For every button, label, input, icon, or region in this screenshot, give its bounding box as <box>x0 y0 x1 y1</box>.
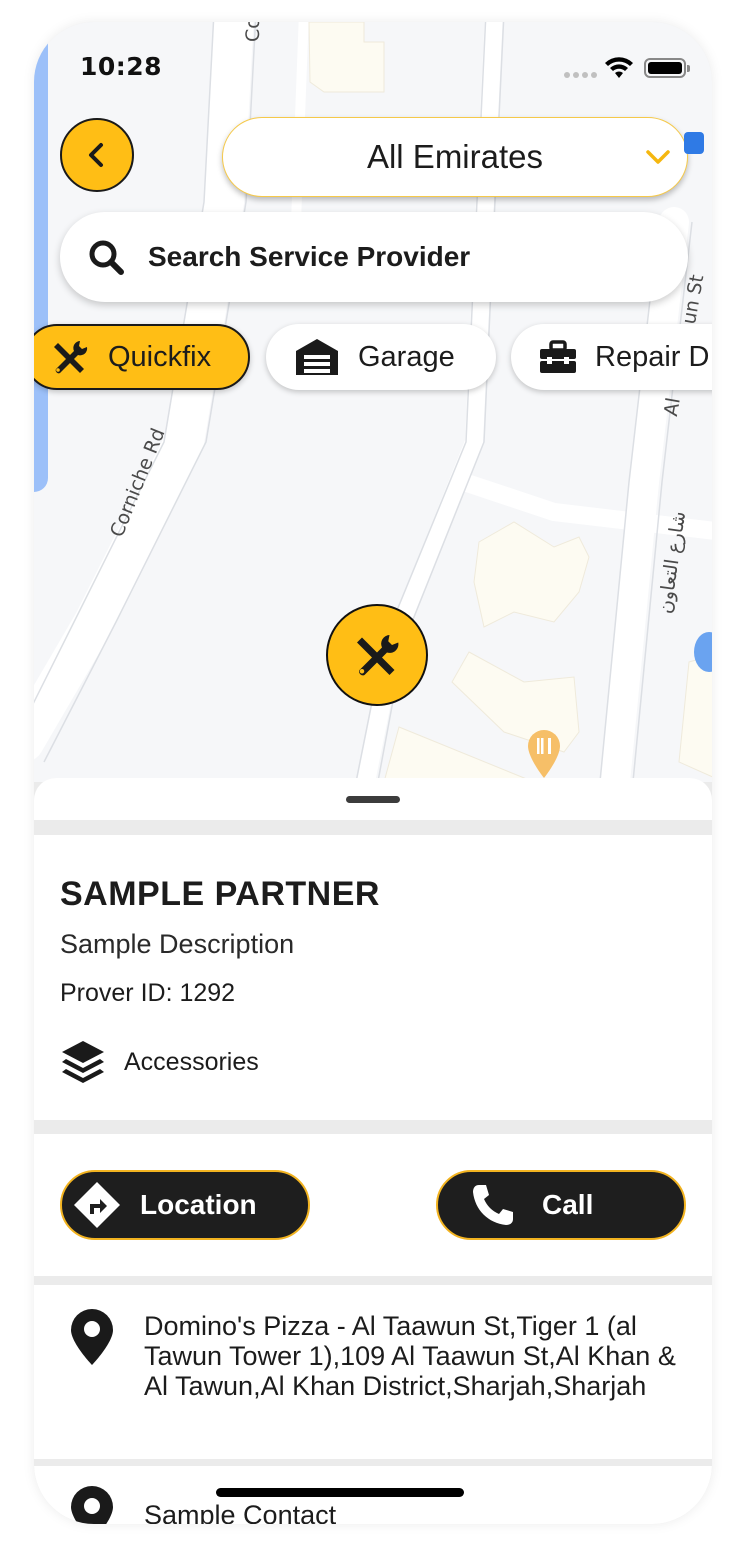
status-time: 10:28 <box>80 52 163 81</box>
map-pin-icon <box>71 1486 113 1524</box>
map-view[interactable]: Corn Corniche Rd شارع التعاون Al un St 1… <box>34 22 712 782</box>
garage-icon <box>294 337 340 377</box>
call-button[interactable]: Call <box>436 1170 686 1240</box>
street-label: Al <box>660 395 685 418</box>
emirate-selected-value: All Emirates <box>366 138 544 175</box>
back-button[interactable] <box>60 118 134 192</box>
location-label: Location <box>140 1189 257 1220</box>
layers-icon <box>62 1041 104 1083</box>
provider-id: Prover ID: 1292 <box>60 979 236 1007</box>
chevron-down-icon <box>646 150 670 164</box>
chip-label: Quickfix <box>108 340 212 373</box>
chip-repair[interactable]: Repair D <box>511 324 712 390</box>
partner-name: SAMPLE PARTNER <box>60 875 380 913</box>
home-indicator[interactable] <box>216 1488 464 1497</box>
drag-handle[interactable] <box>346 796 400 803</box>
chip-label: Repair D <box>595 340 710 373</box>
cellular-signal-icon <box>564 72 597 78</box>
wifi-icon <box>605 57 633 78</box>
phone-icon <box>470 1182 516 1228</box>
status-bar: 10:28 <box>34 22 712 112</box>
directions-icon <box>72 1180 122 1230</box>
provider-map-marker[interactable] <box>326 604 428 706</box>
chip-label: Garage <box>358 340 455 373</box>
location-button[interactable]: Location <box>60 1170 310 1240</box>
sheet-header <box>34 778 712 820</box>
phone-screen: Corn Corniche Rd شارع التعاون Al un St 1… <box>34 22 712 1524</box>
restaurant-icon[interactable] <box>526 728 562 780</box>
partner-category: Accessories <box>60 1039 259 1085</box>
toolbox-icon <box>539 340 577 374</box>
chevron-left-icon <box>89 143 103 167</box>
category-label: Accessories <box>124 1047 259 1076</box>
tools-icon <box>357 635 399 676</box>
partner-description: Sample Description <box>60 929 295 959</box>
category-chips: Quickfix Garage Repair D <box>34 324 712 392</box>
search-input[interactable]: Search Service Provider <box>60 212 688 302</box>
chip-garage[interactable]: Garage <box>266 324 496 390</box>
address-text[interactable]: Domino's Pizza - Al Taawun St,Tiger 1 (a… <box>144 1311 704 1401</box>
emirate-dropdown[interactable]: All Emirates <box>222 117 688 197</box>
call-label: Call <box>542 1189 594 1220</box>
contact-text[interactable]: Sample Contact <box>144 1500 336 1524</box>
search-placeholder: Search Service Provider <box>148 241 471 272</box>
tools-icon <box>50 337 90 377</box>
search-icon <box>89 240 124 275</box>
battery-icon <box>644 58 690 78</box>
partner-info-card: SAMPLE PARTNER Sample Description Prover… <box>34 835 712 1120</box>
address-card: Domino's Pizza - Al Taawun St,Tiger 1 (a… <box>34 1285 712 1459</box>
bus-stop-icon[interactable] <box>684 132 704 154</box>
provider-bottom-sheet: SAMPLE PARTNER Sample Description Prover… <box>34 778 712 1524</box>
chip-quickfix[interactable]: Quickfix <box>34 324 250 390</box>
map-pin-icon <box>71 1309 113 1365</box>
actions-card: Location Call <box>34 1134 712 1276</box>
